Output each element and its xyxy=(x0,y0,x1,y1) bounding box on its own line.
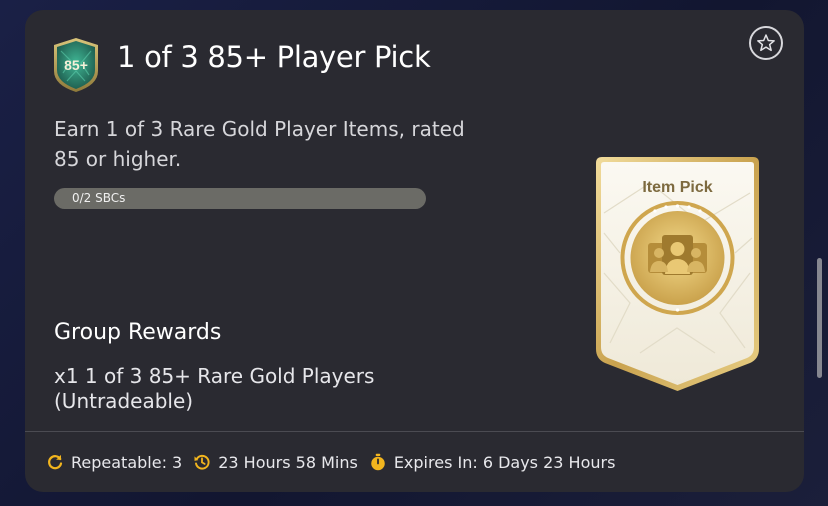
card-description: Earn 1 of 3 Rare Gold Player Items, rate… xyxy=(54,117,465,171)
time-left-text: 23 Hours 58 Mins xyxy=(218,452,358,472)
star-icon xyxy=(757,34,775,52)
item-pick-card: Item Pick xyxy=(590,153,765,393)
repeat-icon xyxy=(48,454,63,470)
85-plus-badge-icon: 85+ xyxy=(54,38,98,92)
progress-label: 0/2 SBCs xyxy=(72,191,126,205)
repeatable-text: Repeatable: 3 xyxy=(71,452,183,472)
expires-info: Expires In: 6 Days 23 Hours xyxy=(369,452,616,472)
progress-bar: 0/2 SBCs xyxy=(54,188,426,209)
history-clock-icon xyxy=(194,454,210,470)
rewards-text: x1 1 of 3 85+ Rare Gold Players (Untrade… xyxy=(54,364,375,413)
favorite-button[interactable] xyxy=(749,26,783,60)
time-left-info: 23 Hours 58 Mins xyxy=(193,453,358,472)
footer-divider xyxy=(25,431,804,432)
stopwatch-icon xyxy=(371,453,385,471)
sbc-card[interactable]: 85+ 1 of 3 85+ Player Pick Earn 1 of 3 R… xyxy=(25,10,804,492)
scrollbar[interactable] xyxy=(817,258,822,378)
card-footer: Repeatable: 3 23 Hours 58 Mins Expires I… xyxy=(46,450,626,474)
item-pick-label: Item Pick xyxy=(642,179,713,196)
card-title: 1 of 3 85+ Player Pick xyxy=(117,40,431,74)
expires-text: Expires In: 6 Days 23 Hours xyxy=(393,452,616,472)
rewards-heading: Group Rewards xyxy=(54,320,222,345)
repeatable-info: Repeatable: 3 xyxy=(46,453,182,472)
badge-text: 85+ xyxy=(64,57,88,73)
